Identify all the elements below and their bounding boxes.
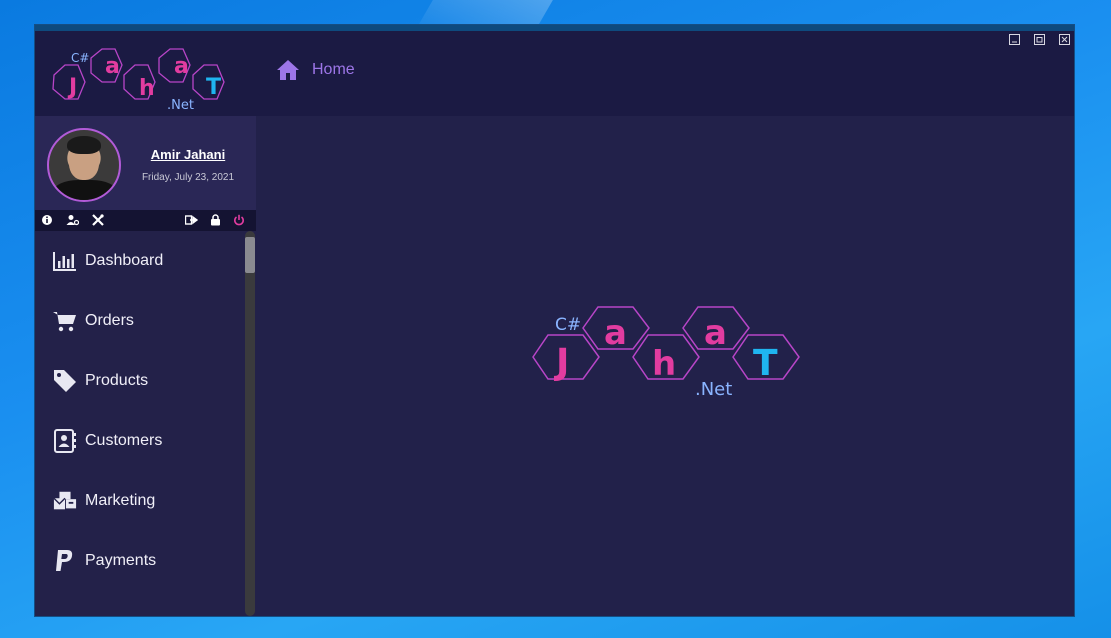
user-profile: Amir Jahani Friday, July 23, 2021 [35, 116, 256, 210]
tools-icon[interactable] [92, 214, 104, 226]
contact-book-icon [53, 429, 77, 453]
window-controls [1009, 34, 1070, 45]
maximize-button[interactable] [1034, 34, 1045, 45]
minimize-button[interactable] [1009, 34, 1020, 45]
avatar[interactable] [47, 128, 121, 202]
svg-text:a: a [174, 54, 189, 79]
svg-text:T: T [206, 75, 221, 100]
mail-bulk-icon [53, 489, 77, 513]
sidebar-menu: Dashboard Orders Products Customers Mark… [35, 231, 244, 591]
jahat-logo-small: C# J a h a T .Net [52, 48, 225, 113]
cart-icon [53, 309, 77, 333]
paypal-icon [53, 549, 77, 573]
breadcrumb: Home [276, 59, 355, 81]
chart-bars-icon [53, 249, 77, 273]
logo-csharp-small: C# [71, 51, 89, 65]
user-name-link[interactable]: Amir Jahani [133, 147, 243, 162]
close-button[interactable] [1059, 34, 1070, 45]
svg-text:a: a [105, 54, 120, 79]
logout-icon[interactable] [184, 214, 199, 226]
home-icon[interactable] [276, 59, 300, 81]
svg-text:.Net: .Net [167, 98, 194, 113]
breadcrumb-home[interactable]: Home [312, 61, 355, 79]
menu-item-orders[interactable]: Orders [35, 291, 244, 351]
menu-item-marketing[interactable]: Marketing [35, 471, 244, 531]
menu-label-products: Products [85, 372, 149, 389]
menu-item-dashboard[interactable]: Dashboard [35, 231, 244, 291]
svg-text:h: h [652, 344, 676, 384]
jahat-logo-large: C# J a h a T .Net [532, 306, 800, 400]
menu-label-customers: Customers [85, 432, 163, 449]
lock-icon[interactable] [209, 214, 221, 226]
tag-icon [53, 369, 77, 393]
main-content: C# J a h a T .Net [256, 116, 1074, 616]
menu-label-orders: Orders [85, 312, 134, 329]
info-icon[interactable] [41, 214, 53, 226]
sidebar-toolbar [35, 210, 256, 231]
svg-text:J: J [553, 342, 569, 383]
svg-text:a: a [604, 313, 627, 353]
sidebar-scrollbar[interactable] [245, 231, 255, 616]
menu-label-dashboard: Dashboard [85, 252, 164, 269]
svg-text:J: J [67, 75, 77, 100]
menu-label-payments: Payments [85, 552, 157, 569]
top-bar: Home [256, 31, 1074, 116]
power-icon[interactable] [233, 214, 245, 226]
scrollbar-thumb[interactable] [245, 237, 255, 273]
menu-label-marketing: Marketing [85, 492, 156, 509]
sidebar-logo: C# J a h a T .Net [35, 31, 256, 116]
menu-item-customers[interactable]: Customers [35, 411, 244, 471]
svg-text:.Net: .Net [695, 379, 732, 400]
svg-text:a: a [704, 313, 727, 353]
app-window: C# J a h a T .Net Amir Jahani Friday, Ju… [35, 25, 1074, 616]
sidebar: C# J a h a T .Net Amir Jahani Friday, Ju… [35, 31, 256, 616]
user-settings-icon[interactable] [66, 214, 80, 226]
menu-item-products[interactable]: Products [35, 351, 244, 411]
logo-csharp: C# [555, 315, 581, 335]
current-date: Friday, July 23, 2021 [141, 172, 235, 183]
svg-text:T: T [753, 343, 778, 384]
svg-text:h: h [139, 76, 155, 101]
menu-item-payments[interactable]: Payments [35, 531, 244, 591]
